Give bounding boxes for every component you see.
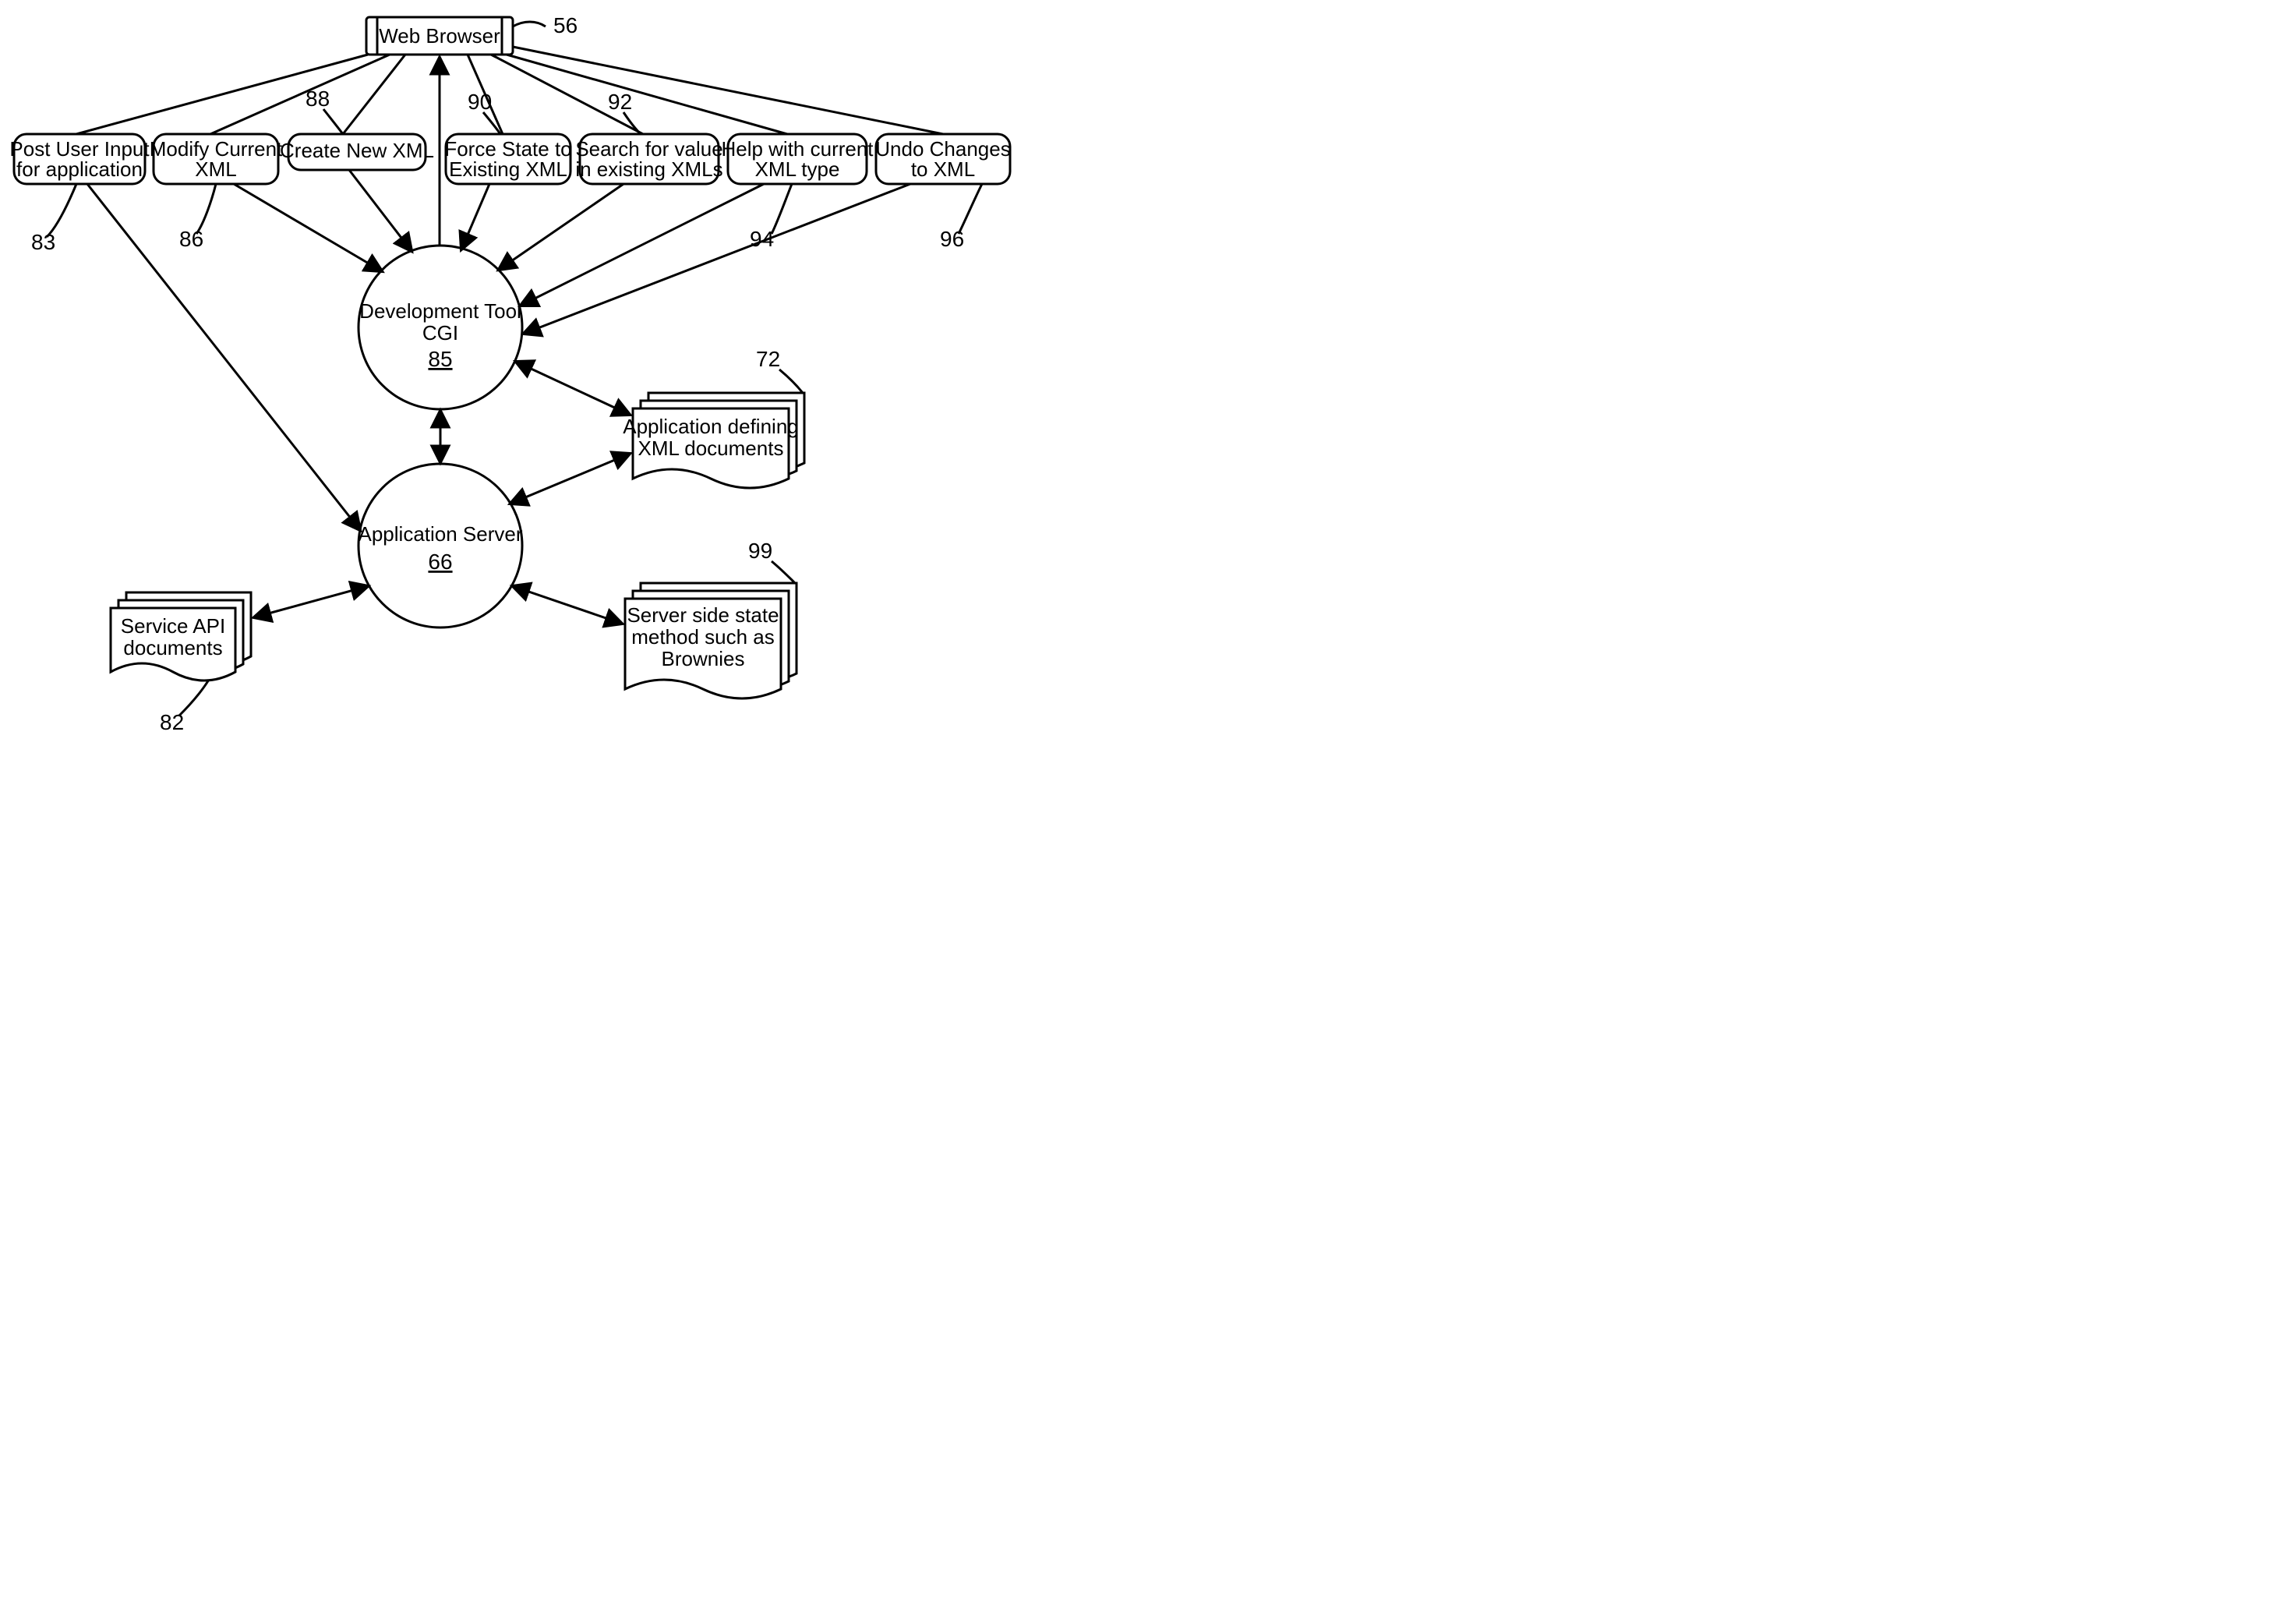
ref-82: 82: [160, 710, 184, 734]
ref-92: 92: [608, 90, 632, 114]
ref-lead-83: [47, 184, 76, 237]
appserver-line1: Application Server: [359, 522, 523, 546]
ref-85: 85: [428, 347, 452, 371]
create-line1: Create New XML: [280, 139, 434, 162]
ref-72: 72: [756, 347, 780, 371]
ref-66: 66: [428, 550, 452, 574]
ref-lead-94: [772, 184, 792, 234]
help-line2: XML type: [755, 157, 840, 181]
ref-86: 86: [179, 227, 203, 251]
search-line2: in existing XMLs: [575, 157, 722, 181]
force-line2: Existing XML: [449, 157, 567, 181]
undo-line2: to XML: [911, 157, 975, 181]
state-line1: Server side state: [627, 603, 779, 627]
ref-88: 88: [306, 87, 330, 111]
svc-line1: Service API: [121, 614, 225, 638]
ref-56: 56: [553, 13, 578, 37]
web-browser-label: Web Browser: [379, 24, 500, 48]
state-line2: method such as: [631, 625, 775, 649]
modify-line2: XML: [195, 157, 236, 181]
ref-lead-92: [623, 112, 641, 134]
appxml-line1: Application defining: [623, 415, 799, 438]
arrow-modify-to-cgi: [234, 184, 382, 271]
ref-83: 83: [31, 230, 55, 254]
arrow-appserver-statedocs: [513, 586, 622, 624]
arrow-cgi-xmldocs: [516, 362, 630, 415]
ref-99: 99: [748, 539, 772, 563]
appxml-line2: XML documents: [638, 437, 784, 460]
arrow-force-to-cgi: [461, 184, 489, 249]
svc-line2: documents: [123, 636, 222, 659]
arrow-appserver-svcdocs: [254, 586, 368, 617]
ref-lead-72: [779, 369, 803, 393]
application-server-node: [359, 464, 522, 628]
state-line3: Brownies: [662, 647, 745, 670]
cgi-line1: Development Tool: [359, 299, 521, 323]
post-line2: for application: [16, 157, 143, 181]
ref-lead-88: [323, 109, 343, 134]
arrow-search-to-cgi: [499, 184, 623, 270]
arrow-post-to-appserver: [87, 184, 360, 530]
ref-lead-99: [772, 561, 795, 583]
arrow-create-to-cgi: [349, 170, 412, 251]
arrow-appserver-xmldocs: [510, 454, 630, 504]
ref-90: 90: [468, 90, 492, 114]
cgi-line2: CGI: [422, 321, 458, 345]
ref-lead-56: [513, 22, 546, 27]
ref-96: 96: [940, 227, 964, 251]
